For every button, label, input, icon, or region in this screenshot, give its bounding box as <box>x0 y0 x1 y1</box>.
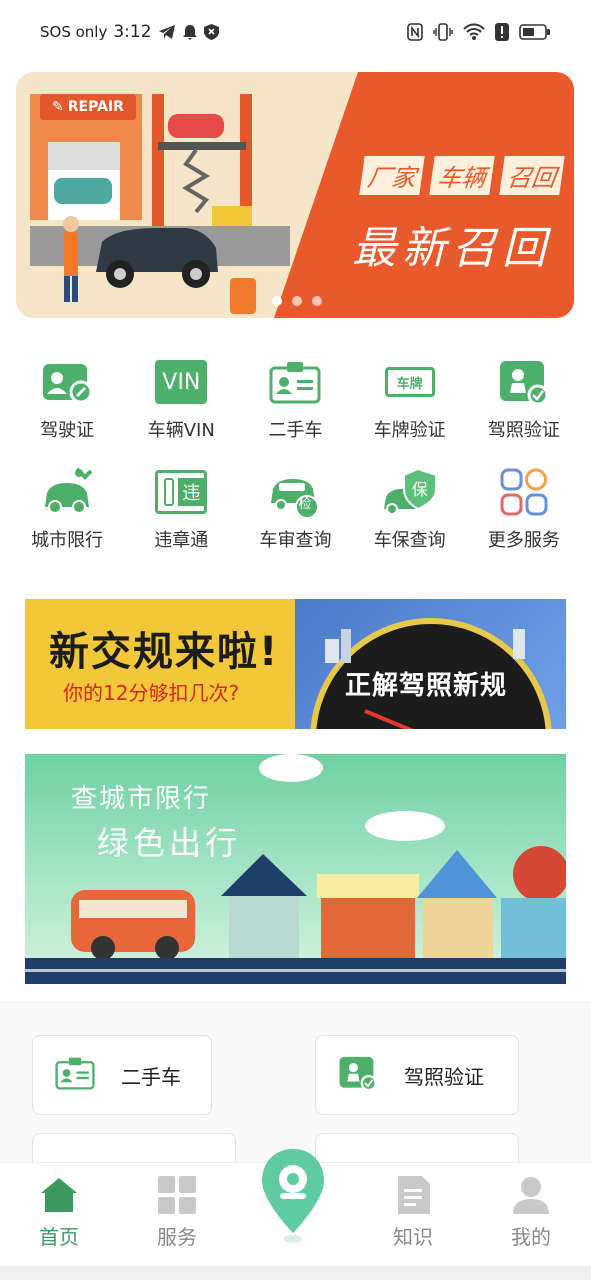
shield-status-icon <box>203 24 219 40</box>
carousel-dot[interactable] <box>272 296 282 306</box>
clock-time: 3:12 <box>113 22 152 42</box>
violation-icon: 违 <box>153 464 209 520</box>
tab-services[interactable]: 服务 <box>142 1175 212 1250</box>
service-label: 车辆VIN <box>147 420 215 441</box>
ad-title: 新交规来啦! <box>49 629 280 675</box>
car-insurance-icon: 保 <box>382 464 438 520</box>
quick-link-license-verify[interactable]: 驾照验证 <box>315 1035 519 1115</box>
ad-line1: 查城市限行 <box>71 784 212 814</box>
quick-link-used-car[interactable]: 二手车 <box>32 1035 212 1115</box>
ad-subtitle: 你的12分够扣几次? <box>63 681 240 705</box>
license-verify-icon <box>338 1055 378 1095</box>
ad-line2: 绿色出行 <box>97 824 242 862</box>
service-label: 车审查询 <box>259 530 332 551</box>
quick-links-section: 二手车 驾照验证 <box>0 1002 591 1164</box>
service-label: 驾照验证 <box>487 420 560 441</box>
banner-tag: 厂家 <box>359 156 425 195</box>
service-label: 城市限行 <box>31 530 104 551</box>
status-bar: SOS only 3:12 <box>0 0 591 64</box>
nfc-icon <box>407 23 423 41</box>
service-plate-verify[interactable]: 车牌 车牌验证 <box>353 354 467 442</box>
user-icon <box>513 1177 549 1214</box>
bell-icon <box>182 25 197 40</box>
inspection-icon-text: 检 <box>298 497 312 512</box>
wrench-icon: ✎ <box>52 99 64 115</box>
service-car-inspection[interactable]: 检 车审查询 <box>238 464 352 552</box>
speedometer-illustration <box>310 618 552 729</box>
tab-mine[interactable]: 我的 <box>496 1175 566 1250</box>
violation-icon-frame: 违 <box>155 470 208 514</box>
banner-tag: 召回 <box>499 156 565 195</box>
telegram-icon <box>158 25 175 39</box>
insurance-icon-text: 保 <box>411 480 428 499</box>
used-car-card-icon <box>267 354 323 410</box>
service-used-car[interactable]: 二手车 <box>238 354 352 442</box>
carousel-dot[interactable] <box>292 296 302 306</box>
license-plate-icon: 车牌 <box>382 354 438 410</box>
traffic-rules-ad[interactable]: 新交规来啦! 你的12分够扣几次? 正解驾照新规 <box>25 599 566 729</box>
quick-link-label: 驾照验证 <box>404 1064 484 1089</box>
tab-knowledge[interactable]: 知识 <box>378 1175 448 1250</box>
carrier-text: SOS only <box>40 23 108 41</box>
service-city-restriction[interactable]: 城市限行 <box>10 464 124 552</box>
tab-label: 服务 <box>157 1225 197 1249</box>
service-grid: 驾驶证 VIN 车辆VIN 二手车 车牌 车牌验证 驾照验证 城市限行 违 违章… <box>10 354 581 552</box>
service-label: 车牌验证 <box>373 420 446 441</box>
carousel-dot[interactable] <box>312 296 322 306</box>
home-page: ✎ REPAIR 厂家 车辆 召回 最新召回 驾驶证 VIN 车辆VIN 二手车… <box>0 64 591 1164</box>
document-icon <box>398 1176 430 1214</box>
traffic-light-shape <box>164 478 175 506</box>
tab-label: 知识 <box>393 1225 433 1249</box>
more-services-icon <box>496 464 552 520</box>
service-label: 违章通 <box>154 530 209 551</box>
tab-label: 我的 <box>511 1225 551 1249</box>
grid-icon <box>158 1176 196 1214</box>
bottom-tab-bar: 首页 服务 知识 我的 <box>0 1149 591 1266</box>
quick-link-label: 二手车 <box>121 1064 181 1089</box>
alert-icon <box>495 23 509 41</box>
tab-label: 首页 <box>39 1225 79 1249</box>
service-driver-license[interactable]: 驾驶证 <box>10 354 124 442</box>
service-label: 车保查询 <box>373 530 446 551</box>
city-restriction-icon <box>39 464 95 520</box>
tab-home[interactable]: 首页 <box>24 1175 94 1250</box>
wifi-icon <box>463 23 485 40</box>
plate-icon-text: 车牌 <box>384 367 435 397</box>
ad-right-text: 正解驾照新规 <box>345 671 508 701</box>
used-car-card-icon <box>55 1056 95 1094</box>
quick-link-card-partial[interactable] <box>32 1133 236 1164</box>
car-inspection-icon: 检 <box>267 464 323 520</box>
service-label: 驾驶证 <box>40 420 95 441</box>
battery-icon <box>519 24 550 40</box>
quick-link-card-partial[interactable] <box>315 1133 519 1164</box>
service-car-insurance[interactable]: 保 车保查询 <box>353 464 467 552</box>
repair-badge: ✎ REPAIR <box>40 94 136 120</box>
service-vin[interactable]: VIN 车辆VIN <box>124 354 238 442</box>
repair-badge-text: REPAIR <box>67 99 124 115</box>
service-label: 更多服务 <box>487 530 560 551</box>
violation-icon-text: 违 <box>178 478 205 506</box>
banner-title: 最新召回 <box>352 223 552 274</box>
tab-location[interactable] <box>258 1147 328 1247</box>
gesture-bar <box>0 1266 591 1280</box>
vin-icon: VIN <box>153 354 209 410</box>
city-restriction-ad[interactable]: 查城市限行 绿色出行 <box>25 754 566 984</box>
service-violation[interactable]: 违 违章通 <box>124 464 238 552</box>
license-verify-icon <box>496 354 552 410</box>
service-label: 二手车 <box>268 420 323 441</box>
banner-tag: 车辆 <box>429 156 495 195</box>
recall-banner[interactable]: ✎ REPAIR 厂家 车辆 召回 最新召回 <box>16 72 574 318</box>
home-icon <box>41 1178 77 1212</box>
service-license-verify[interactable]: 驾照验证 <box>467 354 581 442</box>
driver-license-icon <box>39 354 95 410</box>
vin-icon-text: VIN <box>155 360 208 404</box>
location-pin-icon <box>262 1149 324 1243</box>
vibrate-icon <box>433 23 453 41</box>
service-more[interactable]: 更多服务 <box>467 464 581 552</box>
carousel-indicator <box>272 296 322 306</box>
banner-tags: 厂家 车辆 召回 <box>359 156 565 195</box>
